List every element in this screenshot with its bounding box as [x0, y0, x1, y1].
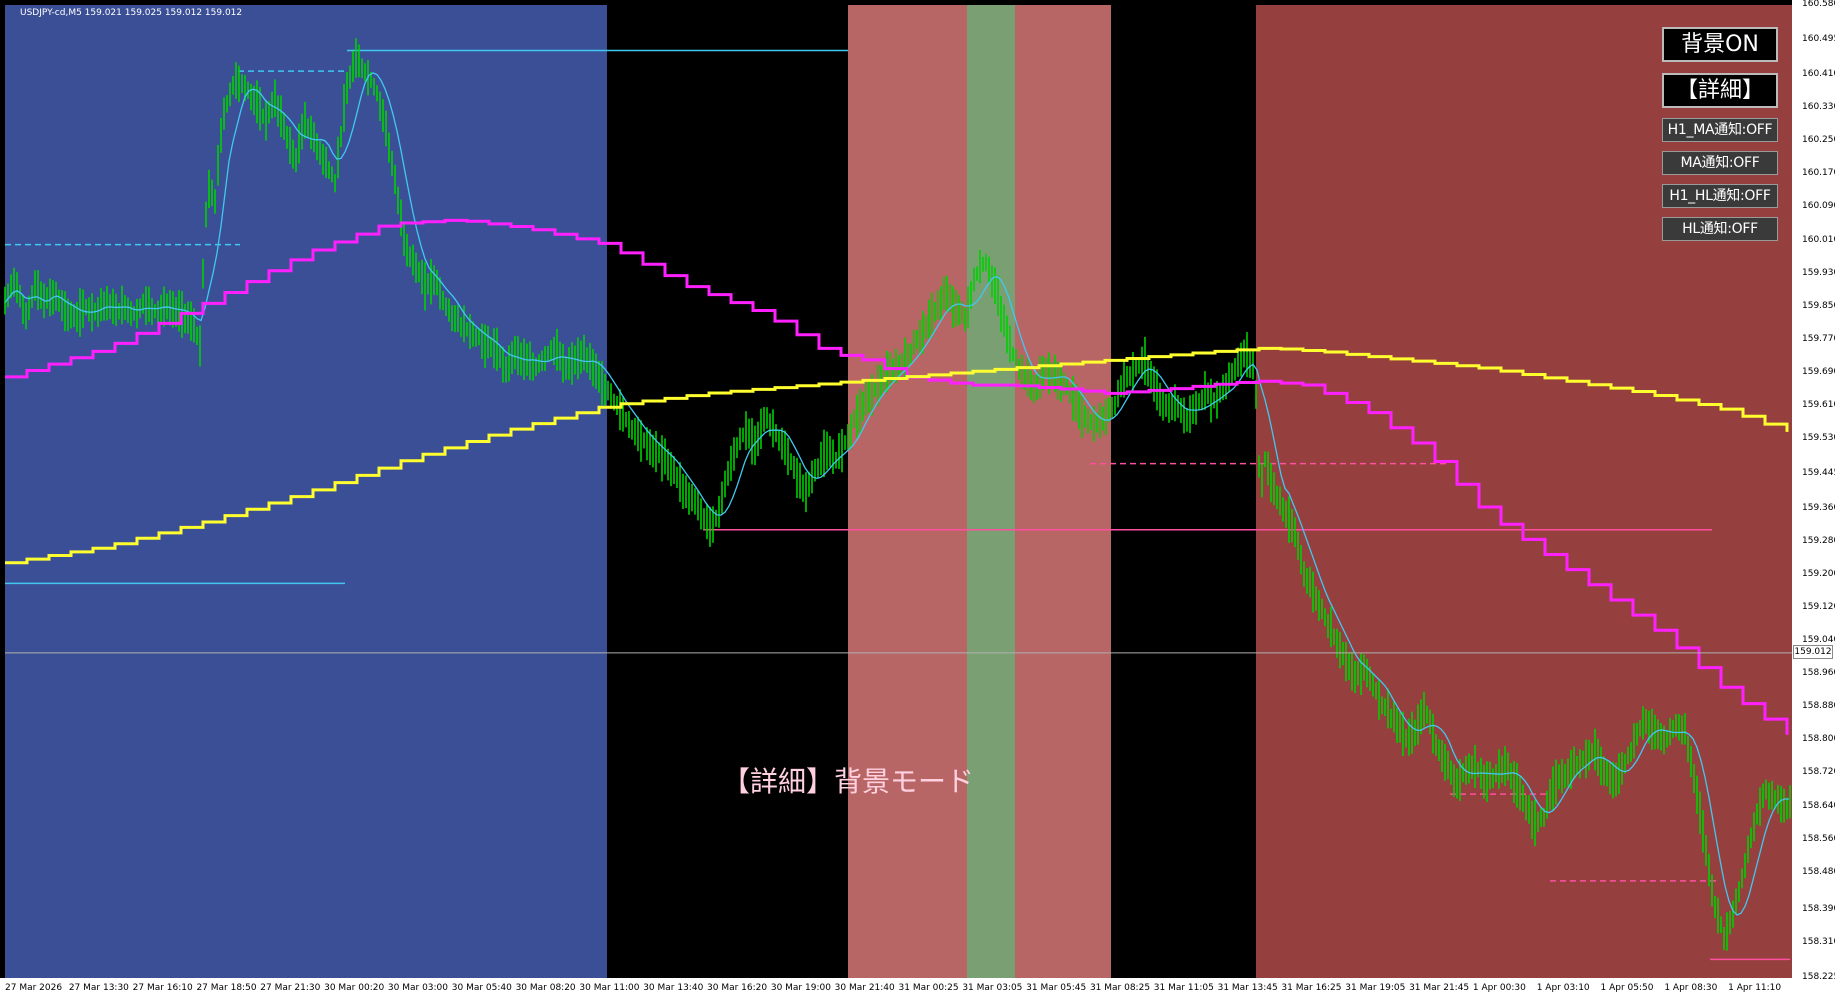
price-tick-label: 159.770 — [1802, 333, 1835, 344]
price-tick-label: 158.225 — [1802, 972, 1835, 982]
background-zone-blue — [5, 5, 607, 978]
price-tick-label: 159.690 — [1802, 366, 1835, 377]
background-zone-pink-1 — [848, 5, 967, 978]
ma-notify-button[interactable]: MA通知:OFF — [1662, 151, 1778, 175]
time-tick-label: 27 Mar 21:30 — [260, 983, 321, 993]
time-tick-label: 31 Mar 03:05 — [962, 983, 1023, 993]
time-tick-label: 30 Mar 21:40 — [834, 983, 895, 993]
time-tick-label: 30 Mar 19:00 — [770, 983, 831, 993]
symbol-info: USDJPY-cd,M5 159.021 159.025 159.012 159… — [20, 8, 243, 18]
price-tick-label: 160.580 — [1802, 0, 1835, 9]
detail-button[interactable]: 【詳細】 — [1662, 73, 1778, 108]
price-tick-label: 159.120 — [1802, 602, 1835, 613]
h1-ma-notify-button[interactable]: H1_MA通知:OFF — [1662, 118, 1778, 142]
price-tick-label: 160.010 — [1802, 234, 1835, 245]
time-tick-label: 1 Apr 03:10 — [1536, 983, 1590, 993]
time-tick-label: 1 Apr 05:50 — [1600, 983, 1654, 993]
time-tick-label: 31 Mar 21:45 — [1409, 983, 1470, 993]
time-tick-label: 30 Mar 05:40 — [451, 983, 512, 993]
price-tick-label: 159.040 — [1802, 635, 1835, 646]
price-tick-label: 159.530 — [1802, 432, 1835, 443]
time-tick-label: 27 Mar 18:50 — [196, 983, 257, 993]
price-tick-label: 158.480 — [1802, 866, 1835, 877]
time-tick-label: 31 Mar 08:25 — [1089, 983, 1151, 993]
current-price-label: 159.012 — [1793, 645, 1833, 659]
price-tick-label: 158.390 — [1802, 903, 1835, 914]
time-tick-label: 31 Mar 05:45 — [1026, 983, 1087, 993]
price-tick-label: 158.960 — [1802, 668, 1835, 679]
price-tick-label: 160.250 — [1802, 135, 1835, 146]
time-tick-label: 30 Mar 08:20 — [515, 983, 576, 993]
background-on-button[interactable]: 背景ON — [1662, 27, 1778, 62]
time-tick-label: 1 Apr 11:10 — [1728, 983, 1782, 993]
h1-hl-notify-button[interactable]: H1_HL通知:OFF — [1662, 184, 1778, 208]
time-tick-label: 1 Apr 08:30 — [1664, 983, 1718, 993]
time-tick-label: 27 Mar 13:30 — [68, 983, 129, 993]
price-tick-label: 159.610 — [1802, 399, 1835, 410]
time-tick-label: 27 Mar 2026 — [5, 983, 63, 993]
hl-notify-button[interactable]: HL通知:OFF — [1662, 217, 1778, 241]
price-axis — [1792, 0, 1835, 1000]
price-tick-label: 159.280 — [1802, 536, 1835, 547]
price-tick-label: 160.090 — [1802, 201, 1835, 212]
time-tick-label: 30 Mar 00:20 — [324, 983, 385, 993]
price-tick-label: 158.560 — [1802, 833, 1835, 844]
background-zone-green — [967, 5, 1015, 978]
price-chart[interactable] — [0, 0, 1835, 1000]
time-tick-label: 1 Apr 00:30 — [1472, 983, 1526, 993]
background-mode-label: 【詳細】背景モード — [722, 765, 975, 798]
price-tick-label: 158.880 — [1802, 701, 1835, 712]
time-tick-label: 31 Mar 19:05 — [1345, 983, 1406, 993]
price-tick-label: 158.640 — [1802, 800, 1835, 811]
price-tick-label: 159.360 — [1802, 503, 1835, 514]
price-tick-label: 159.930 — [1802, 267, 1835, 278]
time-tick-label: 31 Mar 11:05 — [1153, 983, 1214, 993]
price-tick-label: 158.310 — [1802, 936, 1835, 947]
price-tick-label: 158.720 — [1802, 767, 1835, 778]
time-tick-label: 30 Mar 13:40 — [643, 983, 704, 993]
time-tick-label: 31 Mar 13:45 — [1217, 983, 1278, 993]
background-zone-pink-2 — [1015, 5, 1111, 978]
price-tick-label: 160.170 — [1802, 168, 1835, 179]
time-tick-label: 31 Mar 00:25 — [898, 983, 959, 993]
time-tick-label: 30 Mar 03:00 — [387, 983, 449, 993]
price-tick-label: 160.330 — [1802, 102, 1835, 113]
price-tick-label: 159.200 — [1802, 569, 1835, 580]
background-zone-black-2 — [1111, 5, 1256, 978]
time-tick-label: 31 Mar 16:25 — [1281, 983, 1342, 993]
time-tick-label: 27 Mar 16:10 — [132, 983, 193, 993]
price-tick-label: 158.800 — [1802, 734, 1835, 745]
price-tick-label: 159.445 — [1802, 467, 1835, 478]
price-tick-label: 160.410 — [1802, 69, 1835, 80]
time-tick-label: 30 Mar 16:20 — [707, 983, 768, 993]
price-tick-label: 160.495 — [1802, 34, 1835, 45]
price-tick-label: 159.850 — [1802, 300, 1835, 311]
time-tick-label: 30 Mar 11:00 — [579, 983, 640, 993]
